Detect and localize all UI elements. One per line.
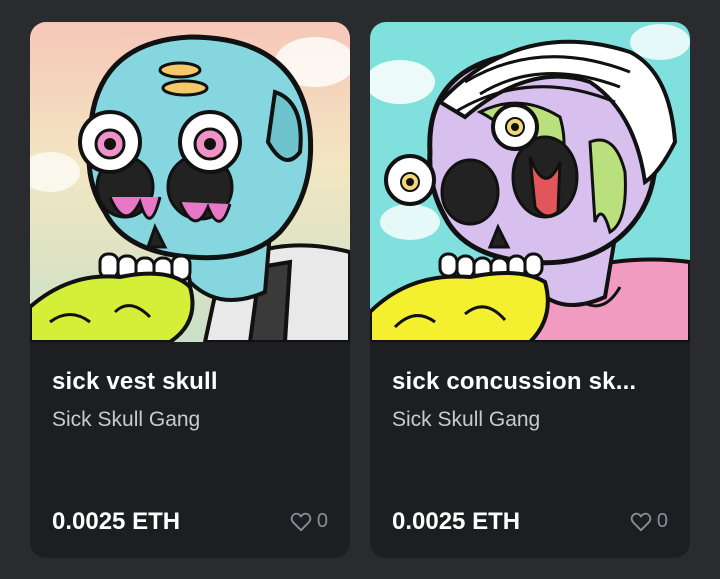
nft-title[interactable]: sick vest skull [52, 368, 328, 396]
like-button[interactable]: 0 [630, 510, 668, 533]
collection-name[interactable]: Sick Skull Gang [52, 408, 200, 432]
heart-icon [290, 512, 312, 531]
nft-price: 0.0025 ETH [392, 508, 521, 535]
nft-image-blue-skull[interactable] [30, 22, 350, 342]
nft-card-sick-concussion-skull[interactable]: sick concussion sk... Sick Skull Gang 0.… [370, 22, 690, 558]
like-count: 0 [316, 510, 328, 532]
nft-title[interactable]: sick concussion sk... [392, 368, 668, 396]
like-button[interactable]: 0 [290, 510, 328, 533]
nft-card-sick-vest-skull[interactable]: sick vest skull Sick Skull Gang 0.0025 E… [30, 22, 350, 558]
collection-name[interactable]: Sick Skull Gang [392, 408, 540, 432]
nft-image-purple-skull[interactable] [370, 22, 690, 342]
nft-price: 0.0025 ETH [52, 508, 181, 535]
like-count: 0 [656, 510, 668, 532]
heart-icon [630, 512, 652, 531]
